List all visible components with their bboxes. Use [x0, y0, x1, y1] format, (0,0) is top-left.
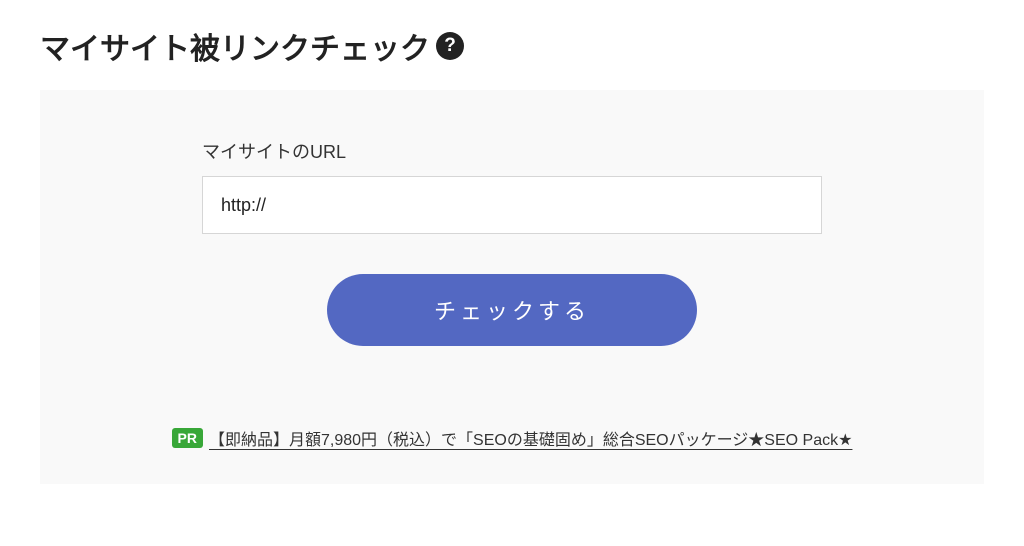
submit-row: チェックする: [202, 274, 822, 346]
help-icon[interactable]: ?: [436, 32, 464, 60]
url-input[interactable]: [202, 176, 822, 234]
form-card: マイサイトのURL チェックする PR 【即納品】月額7,980円（税込）で「S…: [40, 90, 984, 484]
pr-link[interactable]: 【即納品】月額7,980円（税込）で「SEOの基礎固め」総合SEOパッケージ★S…: [209, 426, 852, 450]
pr-badge: PR: [172, 428, 203, 448]
pr-row: PR 【即納品】月額7,980円（税込）で「SEOの基礎固め」総合SEOパッケー…: [40, 426, 984, 450]
title-row: マイサイト被リンクチェック ?: [40, 24, 984, 68]
page-title: マイサイト被リンクチェック: [40, 24, 430, 68]
form-inner: マイサイトのURL チェックする: [202, 138, 822, 346]
url-field-label: マイサイトのURL: [202, 138, 822, 164]
page-root: マイサイト被リンクチェック ? マイサイトのURL チェックする PR 【即納品…: [0, 0, 1024, 484]
check-button[interactable]: チェックする: [327, 274, 697, 346]
